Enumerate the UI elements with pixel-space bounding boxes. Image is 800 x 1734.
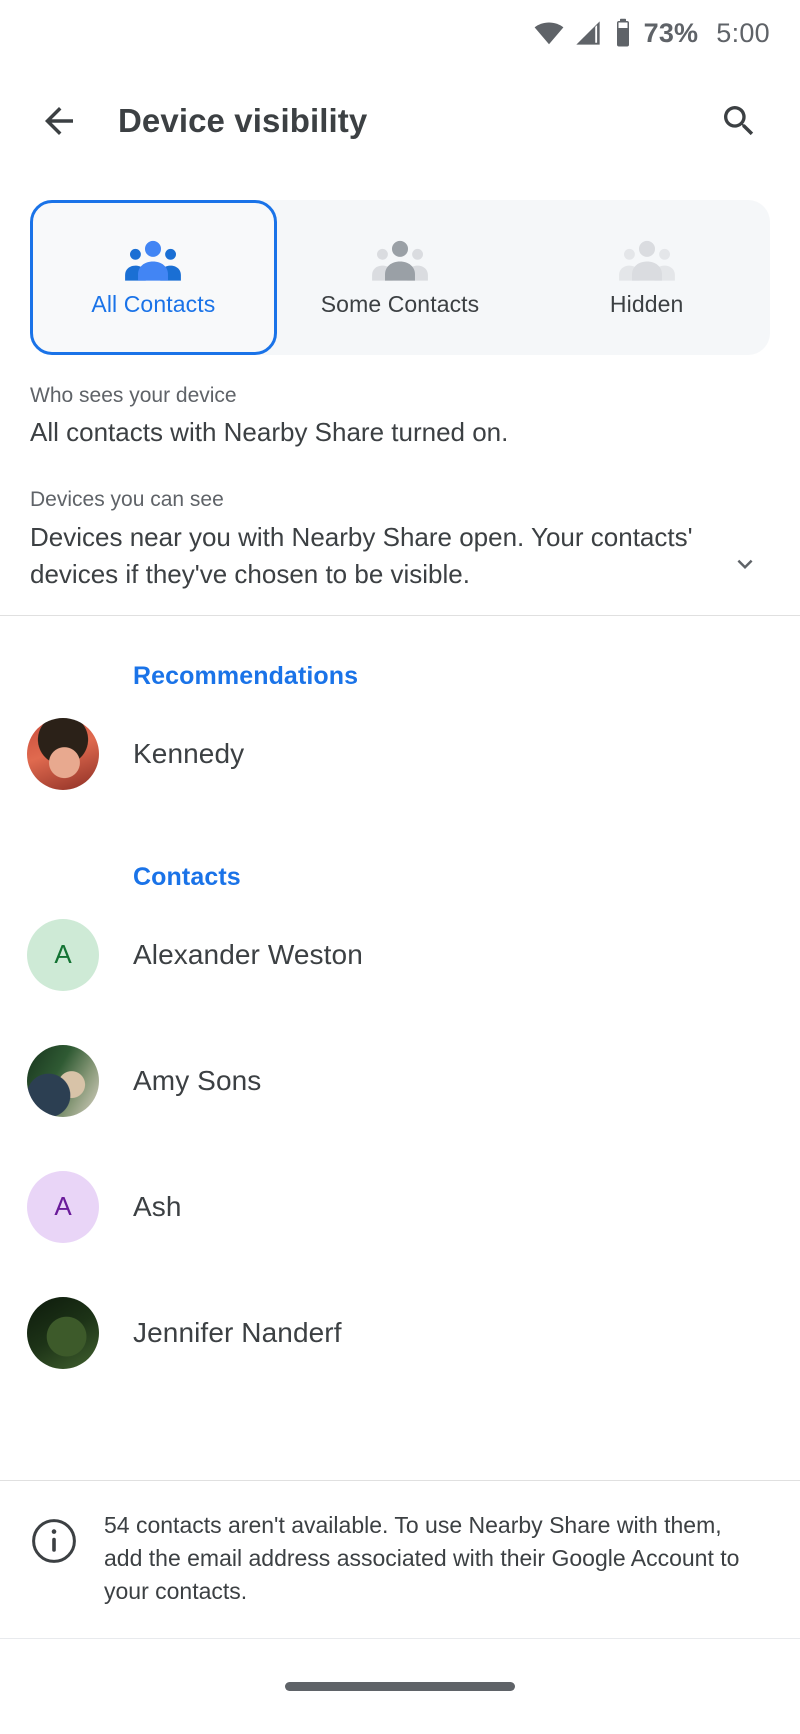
devices-you-can-see-group: Devices you can see Devices near you wit…: [30, 485, 770, 592]
avatar: A: [27, 918, 99, 991]
who-sees-label: Who sees your device: [30, 384, 237, 407]
contact-name: Jennifer Nanderf: [133, 1316, 342, 1348]
avatar: [27, 717, 99, 790]
page-title: Device visibility: [118, 102, 368, 139]
home-gesture-handle[interactable]: [285, 1682, 515, 1691]
unavailable-contacts-banner: 54 contacts aren't available. To use Nea…: [0, 1480, 800, 1638]
banner-text: 54 contacts aren't available. To use Nea…: [104, 1512, 740, 1605]
avatar: A: [27, 1170, 99, 1243]
list-item[interactable]: A Ash: [0, 1144, 800, 1270]
list-item[interactable]: A Alexander Weston: [0, 892, 800, 1018]
app-bar: Device visibility: [0, 66, 800, 176]
group-people-icon: [369, 237, 431, 285]
tab-some-contacts[interactable]: Some Contacts: [277, 200, 524, 355]
battery-percent: 73%: [643, 17, 699, 48]
wifi-icon: [534, 18, 564, 48]
system-nav-bar: [0, 1638, 800, 1734]
contact-name: Ash: [133, 1190, 182, 1222]
list-item[interactable]: Amy Sons: [0, 1018, 800, 1144]
chevron-down-icon[interactable]: [720, 539, 770, 589]
device-visibility-screen: 73% 5:00 Device visibility All Contacts …: [0, 0, 800, 1734]
visibility-tabs: All Contacts Some Contacts Hidden: [30, 200, 770, 355]
list-item[interactable]: Jennifer Nanderf: [0, 1270, 800, 1396]
group-people-icon: [616, 237, 678, 285]
status-clock: 5:00: [716, 17, 770, 48]
tab-hidden[interactable]: Hidden: [523, 200, 770, 355]
status-bar: 73% 5:00: [0, 0, 800, 66]
tab-hidden-label: Hidden: [609, 291, 684, 317]
back-arrow-icon[interactable]: [28, 90, 90, 152]
devices-you-can-see-value: Devices near you with Nearby Share open.…: [30, 521, 693, 589]
search-icon[interactable]: [708, 90, 770, 152]
avatar: [27, 1044, 99, 1117]
tab-all-contacts-label: All Contacts: [91, 291, 216, 317]
list-item[interactable]: Kennedy: [0, 691, 800, 817]
visibility-tabs-container: All Contacts Some Contacts Hidden: [0, 176, 800, 355]
who-sees-value: All contacts with Nearby Share turned on…: [30, 417, 509, 448]
contacts-list: Recommendations Kennedy Contacts A Alexa…: [0, 616, 800, 1406]
contact-name: Kennedy: [133, 737, 245, 769]
contact-name: Amy Sons: [133, 1064, 262, 1096]
avatar-initial: A: [54, 939, 72, 970]
avatar-initial: A: [54, 1191, 72, 1222]
tab-all-contacts[interactable]: All Contacts: [30, 200, 277, 355]
who-sees-your-device-group: Who sees your device All contacts with N…: [30, 381, 770, 451]
group-people-icon: [122, 237, 184, 285]
battery-icon: [612, 18, 634, 48]
avatar: [27, 1296, 99, 1369]
devices-you-can-see-label: Devices you can see: [30, 488, 224, 512]
tab-some-contacts-label: Some Contacts: [320, 291, 480, 317]
section-header-recommendations: Recommendations: [133, 661, 359, 690]
cell-signal-icon: [574, 19, 602, 47]
contact-name: Alexander Weston: [133, 938, 363, 970]
visibility-description: Who sees your device All contacts with N…: [0, 355, 800, 615]
section-header-contacts: Contacts: [133, 862, 241, 891]
info-icon: [30, 1517, 78, 1570]
